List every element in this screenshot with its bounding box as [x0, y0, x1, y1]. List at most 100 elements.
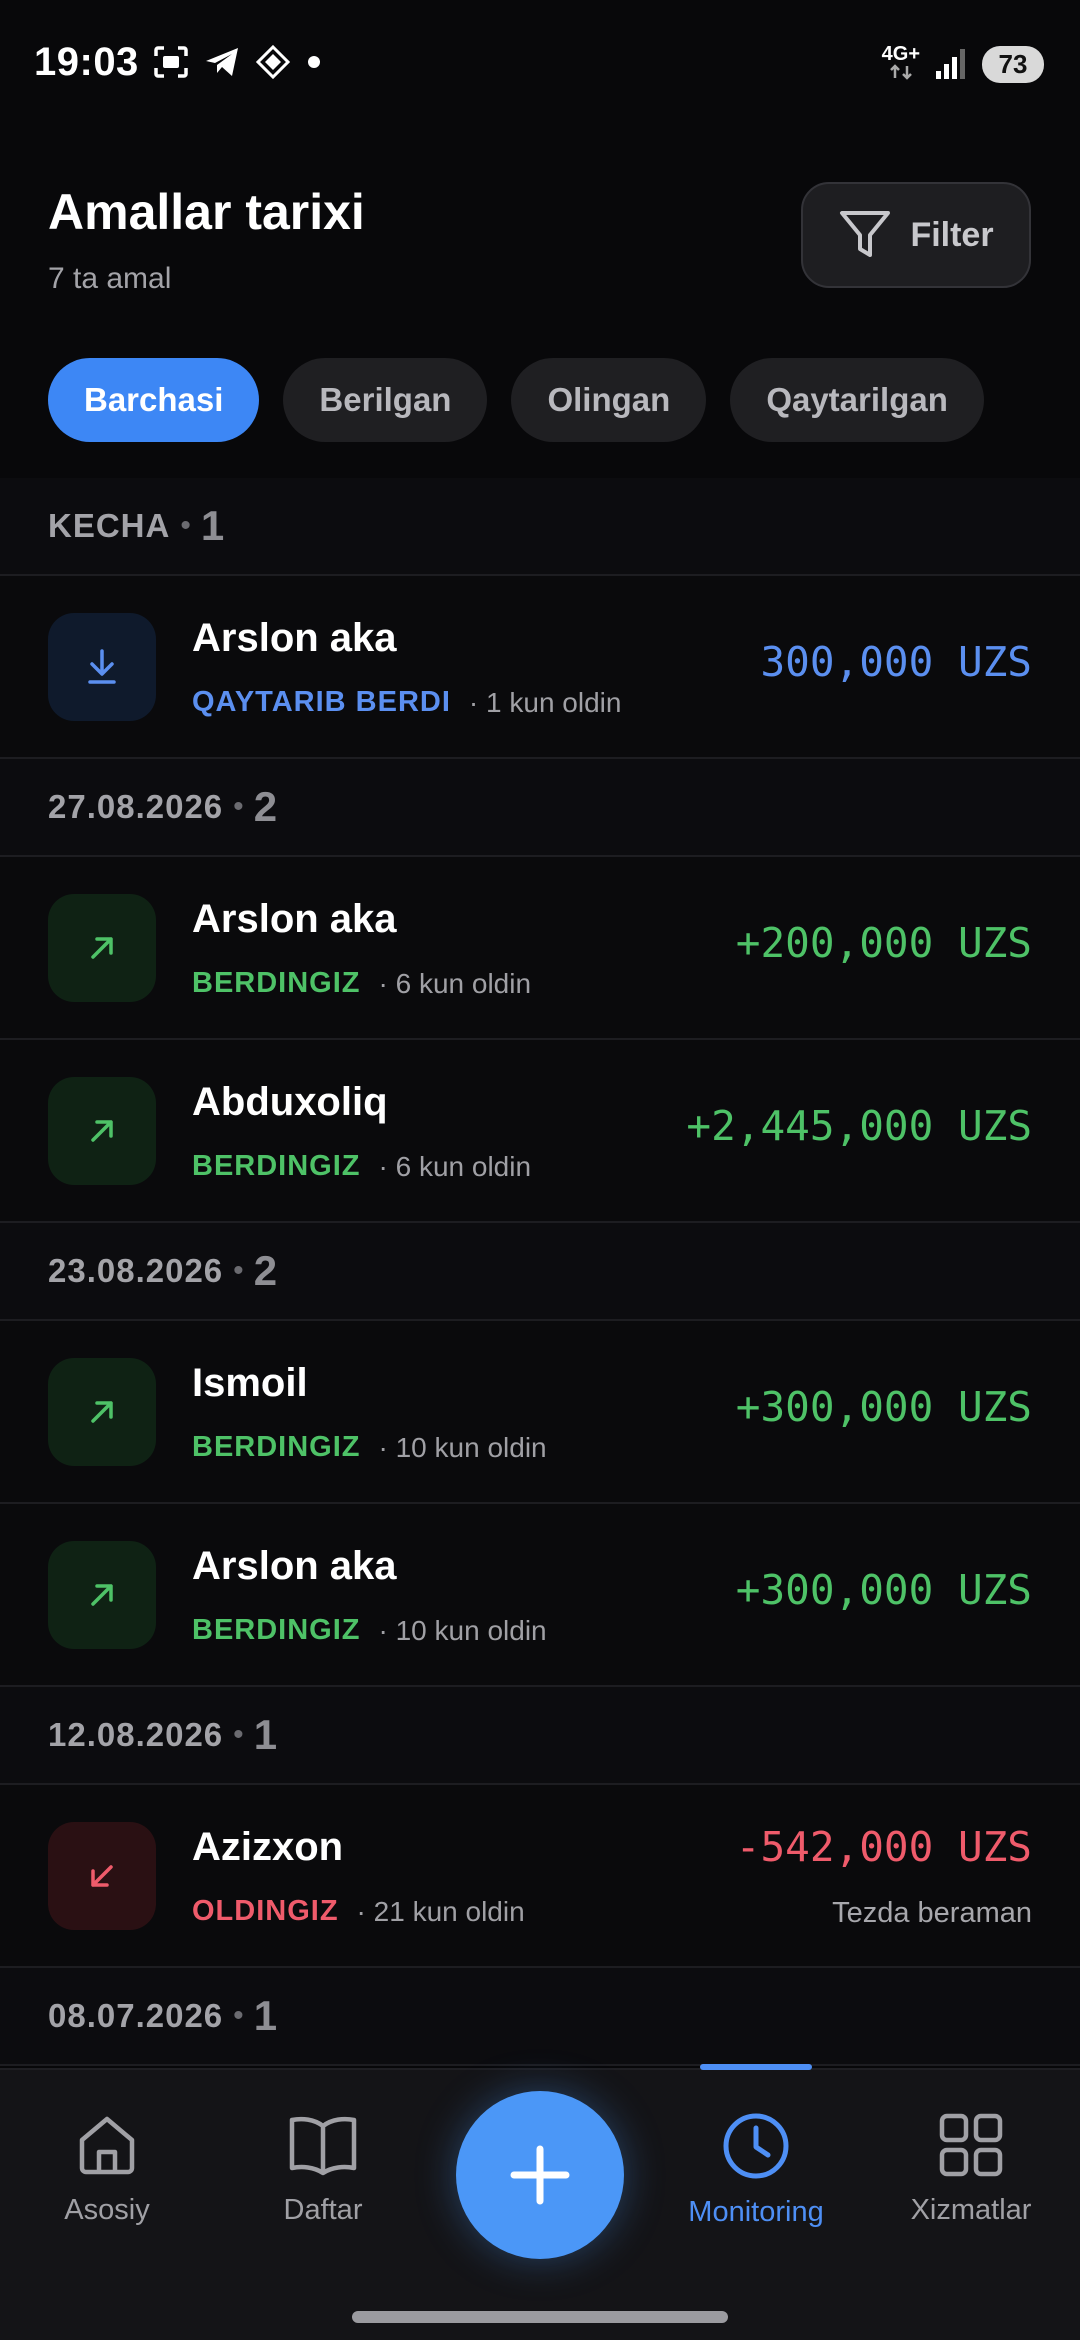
give-icon-badge — [48, 894, 156, 1002]
tab-olingan[interactable]: Olingan — [511, 358, 707, 442]
contact-name: Arslon aka — [192, 897, 397, 941]
transaction-time: · 1 kun oldin — [468, 686, 622, 718]
arrow-up-right-icon — [91, 1584, 113, 1606]
arrow-up-right-icon — [91, 937, 113, 959]
nav-label: Daftar — [283, 2194, 363, 2226]
status-right: 4G+ 73 — [882, 44, 1044, 84]
transaction-row[interactable]: Azizxon OLDINGIZ · 21 kun oldin -542,000… — [0, 1785, 1080, 1968]
grid-icon — [939, 2113, 1003, 2177]
network-type: 4G+ — [882, 44, 920, 84]
transaction-row[interactable]: Arslon aka BERDINGIZ · 10 kun oldin +300… — [0, 1504, 1080, 1687]
nav-label: Asosiy — [64, 2194, 150, 2226]
nav-label: Xizmatlar — [910, 2194, 1032, 2226]
transaction-status: OLDINGIZ — [192, 1895, 339, 1927]
transaction-meta: OLDINGIZ · 21 kun oldin — [192, 1895, 525, 1928]
group-date: 23.08.2026 — [48, 1252, 224, 1289]
group-count: 1 — [253, 1711, 278, 1758]
filter-label: Filter — [910, 215, 994, 254]
separator-dot: • — [233, 790, 244, 823]
transaction-amount: +200,000 UZS — [735, 919, 1032, 967]
nav-xizmatlar[interactable]: Xizmatlar — [871, 2110, 1071, 2227]
arrow-down-left-icon — [91, 1865, 113, 1887]
notification-icons — [152, 44, 324, 80]
status-bar: 19:03 4G+ 73 — [0, 0, 1080, 130]
transaction-status: BERDINGIZ — [192, 1431, 361, 1463]
separator-dot: • — [233, 1718, 244, 1751]
filter-button[interactable]: Filter — [801, 182, 1031, 288]
tab-barchasi[interactable]: Barchasi — [48, 358, 260, 442]
contact-name: Azizxon — [192, 1825, 344, 1869]
funnel-icon — [840, 211, 891, 257]
transaction-meta: QAYTARIB BERDI · 1 kun oldin — [192, 686, 621, 719]
nav-label: Monitoring — [688, 2196, 824, 2228]
transaction-row[interactable]: Arslon aka QAYTARIB BERDI · 1 kun oldin … — [0, 576, 1080, 759]
tab-berilgan[interactable]: Berilgan — [283, 358, 488, 442]
operations-count: 7 ta amal — [48, 262, 172, 295]
transaction-time: · 10 kun oldin — [378, 1614, 547, 1646]
transaction-amount: -542,000 UZS — [735, 1823, 1032, 1871]
transaction-amount: 300,000 UZS — [760, 638, 1032, 686]
group-date: 12.08.2026 — [48, 1716, 224, 1753]
group-header: KECHA • 1 — [0, 478, 1080, 576]
more-notifications-dot-icon — [308, 56, 320, 68]
group-count: 2 — [253, 1247, 278, 1294]
transaction-meta: BERDINGIZ · 10 kun oldin — [192, 1614, 547, 1647]
contact-name: Arslon aka — [192, 616, 397, 660]
transaction-time: · 10 kun oldin — [378, 1431, 547, 1463]
group-date: 08.07.2026 — [48, 1997, 224, 2034]
group-date: KECHA — [48, 507, 171, 544]
transaction-time: · 6 kun oldin — [378, 967, 532, 999]
separator-dot: • — [233, 1999, 244, 2032]
data-arrows-icon — [889, 64, 912, 80]
transaction-amount: +300,000 UZS — [735, 1383, 1032, 1431]
signal-icon — [936, 49, 965, 79]
group-count: 2 — [253, 783, 278, 830]
transaction-time: · 6 kun oldin — [378, 1150, 532, 1182]
transaction-amount: +2,445,000 UZS — [686, 1102, 1032, 1150]
group-count: 1 — [253, 1992, 278, 2039]
transaction-meta: BERDINGIZ · 6 kun oldin — [192, 1150, 531, 1183]
page-title: Amallar tarixi — [48, 184, 365, 240]
transaction-row[interactable]: Ismoil BERDINGIZ · 10 kun oldin +300,000… — [0, 1321, 1080, 1504]
battery-indicator: 73 — [982, 45, 1044, 83]
book-icon — [289, 2116, 357, 2176]
transaction-status: BERDINGIZ — [192, 1614, 361, 1646]
group-header: 08.07.2026 • 1 — [0, 1968, 1080, 2066]
transaction-meta: BERDINGIZ · 6 kun oldin — [192, 967, 531, 1000]
app-notification-icon — [256, 45, 290, 79]
contact-name: Ismoil — [192, 1361, 308, 1405]
transaction-amount: +300,000 UZS — [735, 1566, 1032, 1614]
transaction-row[interactable]: Abduxoliq BERDINGIZ · 6 kun oldin +2,445… — [0, 1040, 1080, 1223]
nav-asosiy[interactable]: Asosiy — [7, 2110, 207, 2227]
group-header: 23.08.2026 • 2 — [0, 1223, 1080, 1321]
separator-dot: • — [233, 1254, 244, 1287]
screen: 19:03 4G+ 73 Amallar tarixi 7 ta amal Fi… — [0, 0, 1080, 2340]
nav-monitoring[interactable]: Monitoring — [656, 2110, 856, 2229]
give-icon-badge — [48, 1077, 156, 1185]
take-icon-badge — [48, 1822, 156, 1930]
plus-icon — [510, 2145, 570, 2205]
status-time: 19:03 — [34, 40, 139, 84]
home-indicator[interactable] — [352, 2311, 728, 2323]
return-icon-badge — [48, 613, 156, 721]
give-icon-badge — [48, 1541, 156, 1649]
transaction-note: Tezda beraman — [832, 1897, 1032, 1929]
filter-tabs: Barchasi Berilgan Olingan Qaytarilgan — [48, 358, 984, 442]
transaction-meta: BERDINGIZ · 10 kun oldin — [192, 1431, 547, 1464]
nav-daftar[interactable]: Daftar — [223, 2110, 423, 2227]
arrow-up-right-icon — [91, 1401, 113, 1423]
contact-name: Abduxoliq — [192, 1080, 388, 1124]
arrow-down-tray-icon — [88, 649, 116, 684]
transaction-row[interactable]: Arslon aka BERDINGIZ · 6 kun oldin +200,… — [0, 857, 1080, 1040]
group-header: 12.08.2026 • 1 — [0, 1687, 1080, 1785]
home-icon — [79, 2116, 135, 2175]
transaction-time: · 21 kun oldin — [356, 1895, 525, 1927]
add-transaction-button[interactable] — [456, 2091, 624, 2259]
group-date: 27.08.2026 — [48, 788, 224, 825]
tab-qaytarilgan[interactable]: Qaytarilgan — [730, 358, 984, 442]
clock-icon — [723, 2113, 789, 2179]
arrow-up-right-icon — [91, 1120, 113, 1142]
transaction-status: BERDINGIZ — [192, 1150, 361, 1182]
history-list: KECHA • 1 Arslon aka QAYTARIB BERDI · 1 … — [0, 478, 1080, 2066]
telegram-icon — [206, 48, 238, 76]
